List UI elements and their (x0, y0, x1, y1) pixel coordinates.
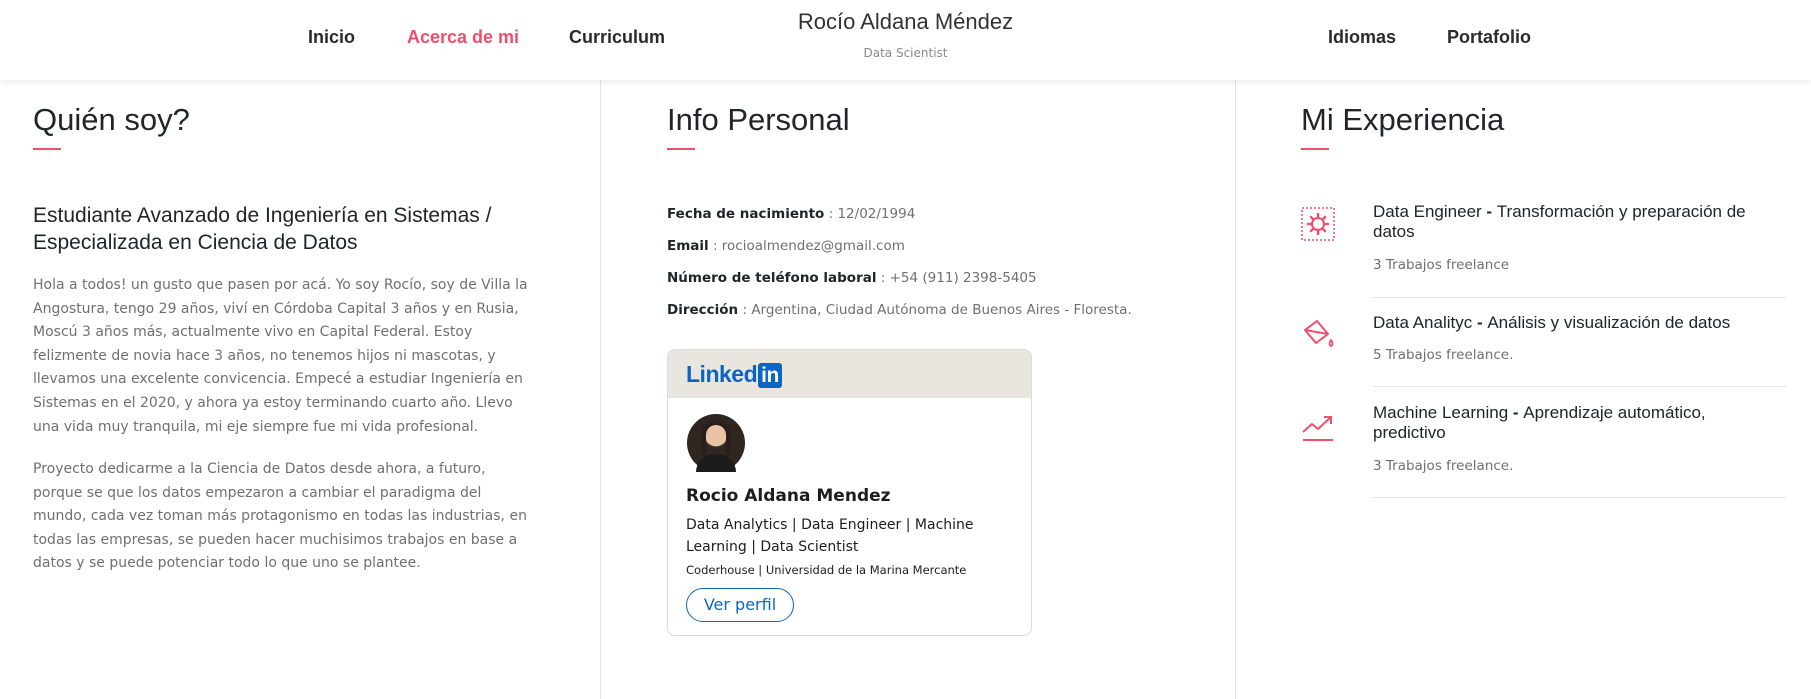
info-value: 12/02/1994 (837, 206, 916, 222)
title-underline (667, 148, 695, 150)
about-title: Quién soy? (33, 102, 190, 137)
info-label: Fecha de nacimiento (667, 206, 825, 222)
experience-divider (1373, 386, 1786, 387)
linkedin-card-header: Linked in (668, 350, 1031, 398)
info-row-birthdate: Fecha de nacimiento : 12/02/1994 (667, 206, 915, 222)
info-separator: : (738, 302, 752, 318)
about-paragraph-1: Hola a todos! un gusto que pasen por acá… (33, 277, 528, 435)
nav-portafolio[interactable]: Portafolio (1447, 27, 1531, 48)
info-row-phone: Número de teléfono laboral : +54 (911) 2… (667, 270, 1037, 286)
info-title: Info Personal (667, 102, 850, 137)
column-divider (600, 80, 601, 699)
avatar-hair (701, 420, 731, 458)
experience-dash: - (1508, 403, 1524, 422)
paint-bucket-icon (1304, 320, 1334, 348)
experience-divider (1373, 497, 1786, 498)
nav-idiomas[interactable]: Idiomas (1328, 27, 1396, 48)
experience-item-title: Data Analityc - Análisis y visualización… (1373, 313, 1773, 333)
linkedin-headline: Data Analytics | Data Engineer | Machine… (686, 517, 974, 555)
info-label: Email (667, 238, 709, 254)
experience-role: Data Engineer (1373, 202, 1482, 221)
experience-role: Data Analityc (1373, 313, 1473, 332)
avatar (687, 414, 745, 472)
title-underline (1301, 148, 1329, 150)
experience-dash: - (1472, 313, 1488, 332)
view-profile-button[interactable]: Ver perfil (686, 588, 794, 622)
experience-item-count: 3 Trabajos freelance. (1373, 458, 1514, 474)
column-divider (1235, 80, 1236, 699)
experience-item-title: Data Engineer - Transformación y prepara… (1373, 202, 1773, 242)
avatar-body (696, 454, 736, 472)
about-paragraph-2: Proyecto dedicarme a la Ciencia de Datos… (33, 461, 527, 572)
info-label: Dirección (667, 302, 739, 318)
gear-icon (1301, 207, 1335, 241)
info-row-address: Dirección : Argentina, Ciudad Autónoma d… (667, 302, 1132, 318)
linkedin-logo-in: in (758, 363, 782, 388)
linkedin-card: Linked in Rocio Aldana Mendez Data Analyt… (667, 349, 1032, 636)
experience-item-title: Machine Learning - Aprendizaje automátic… (1373, 403, 1773, 443)
info-separator: : (876, 270, 890, 286)
linkedin-education: Coderhouse | Universidad de la Marina Me… (686, 563, 967, 577)
experience-role: Machine Learning (1373, 403, 1509, 422)
experience-item-count: 3 Trabajos freelance (1373, 257, 1510, 273)
info-value: Argentina, Ciudad Autónoma de Buenos Air… (751, 302, 1132, 318)
experience-divider (1373, 297, 1786, 298)
trending-up-icon (1302, 416, 1333, 441)
info-row-email: Email : rocioalmendez@gmail.com (667, 238, 905, 254)
brand-subtitle: Data Scientist (863, 46, 948, 60)
site-header: Inicio Acerca de mi Curriculum Rocío Ald… (0, 0, 1811, 80)
experience-desc: Análisis y visualización de datos (1487, 313, 1731, 332)
info-value: +54 (911) 2398-5405 (889, 270, 1037, 286)
brand-name[interactable]: Rocío Aldana Méndez (0, 9, 1811, 35)
title-underline (33, 148, 61, 150)
linkedin-name[interactable]: Rocio Aldana Mendez (686, 486, 891, 506)
info-value[interactable]: rocioalmendez@gmail.com (722, 238, 905, 254)
linkedin-logo-text: Linked (686, 361, 758, 387)
info-separator: : (824, 206, 838, 222)
info-separator: : (708, 238, 722, 254)
experience-dash: - (1481, 202, 1497, 221)
experience-item-count: 5 Trabajos freelance. (1373, 347, 1514, 363)
about-subtitle: Estudiante Avanzado de Ingeniería en Sis… (33, 204, 492, 254)
experience-title: Mi Experiencia (1301, 102, 1505, 137)
info-label: Número de teléfono laboral (667, 270, 877, 286)
linkedin-logo[interactable]: Linked in (686, 361, 782, 388)
